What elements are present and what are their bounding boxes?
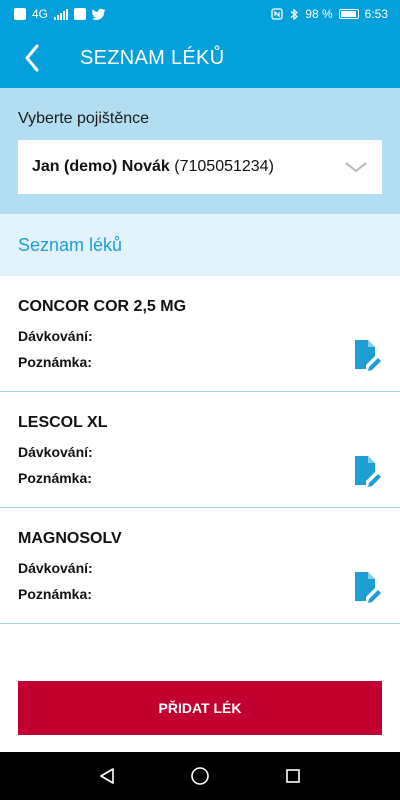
chevron-left-icon: [25, 44, 39, 72]
battery-percent: 98 %: [305, 7, 333, 21]
app-notification-icon: [74, 8, 87, 20]
square-recents-icon: [286, 769, 301, 783]
list-item[interactable]: MAGNOSOLV Dávkování: Poznámka:: [0, 508, 400, 624]
drug-name: MAGNOSOLV: [18, 530, 122, 547]
drug-dosage-label: Dávkování:: [18, 560, 93, 576]
insured-selector-label: Vyberte pojištěnce: [18, 110, 150, 127]
nav-back-button[interactable]: [87, 756, 127, 796]
drug-dosage-label: Dávkování:: [18, 444, 93, 460]
back-button[interactable]: [0, 28, 64, 88]
insured-name: Jan (demo) Novák: [32, 158, 170, 175]
drug-list-header: Seznam léků: [0, 214, 400, 276]
drug-name: CONCOR COR 2,5 MG: [18, 298, 187, 315]
circle-home-icon: [191, 767, 209, 785]
system-nav-bar: [0, 752, 400, 800]
status-bar: 4G 98 % 6:53: [0, 0, 400, 28]
triangle-back-icon: [99, 768, 114, 784]
twitter-icon: [92, 8, 106, 20]
chevron-down-icon: [345, 162, 367, 173]
insured-value: Jan (demo) Novák (7105051234): [32, 158, 274, 176]
insured-id: (7105051234): [174, 158, 274, 175]
nfc-icon: [271, 8, 283, 20]
drug-dosage-label: Dávkování:: [18, 328, 93, 344]
edit-drug-button[interactable]: [352, 570, 382, 604]
list-item[interactable]: CONCOR COR 2,5 MG Dávkování: Poznámka:: [0, 276, 400, 392]
page-title: SEZNAM LÉKŮ: [80, 46, 225, 69]
list-item[interactable]: LESCOL XL Dávkování: Poznámka:: [0, 392, 400, 508]
edit-document-icon: [355, 340, 381, 371]
bluetooth-icon: [290, 8, 299, 20]
drug-list: CONCOR COR 2,5 MG Dávkování: Poznámka: L…: [0, 276, 400, 624]
status-time: 6:53: [364, 7, 388, 21]
drug-note-label: Poznámka:: [18, 354, 92, 370]
signal-icon: [54, 8, 69, 20]
drug-note-label: Poznámka:: [18, 586, 92, 602]
edit-drug-button[interactable]: [352, 454, 382, 488]
edit-document-icon: [355, 456, 381, 487]
edit-drug-button[interactable]: [352, 338, 382, 372]
drug-note-label: Poznámka:: [18, 470, 92, 486]
nav-home-button[interactable]: [180, 756, 220, 796]
network-label: 4G: [32, 7, 49, 21]
app-bar: SEZNAM LÉKŮ: [0, 28, 400, 88]
status-left: 4G: [14, 7, 106, 21]
nav-recents-button[interactable]: [273, 756, 313, 796]
insured-selector-panel: Vyberte pojištěnce Jan (demo) Novák (710…: [0, 88, 400, 214]
drug-name: LESCOL XL: [18, 414, 108, 431]
add-drug-button[interactable]: PŘIDAT LÉK: [18, 681, 382, 735]
volte-icon: [14, 8, 26, 20]
status-right: 98 % 6:53: [271, 7, 388, 21]
edit-document-icon: [355, 572, 381, 603]
battery-icon: [338, 9, 359, 19]
drug-list-title: Seznam léků: [18, 234, 123, 255]
insured-dropdown[interactable]: Jan (demo) Novák (7105051234): [18, 140, 382, 194]
